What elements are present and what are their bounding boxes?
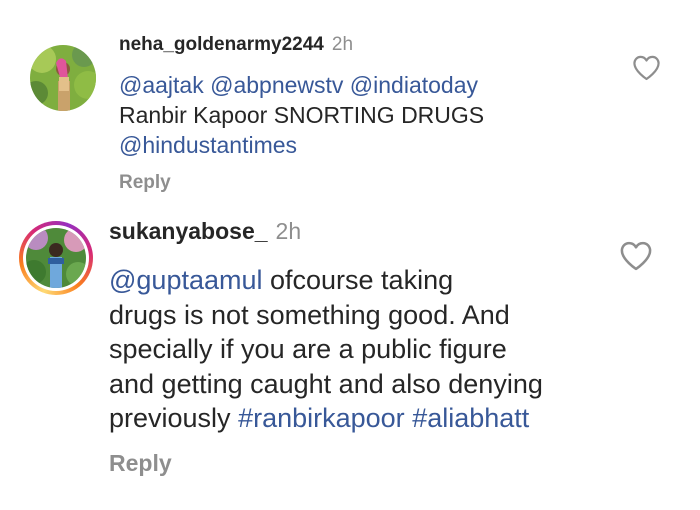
heart-outline-icon [632, 54, 661, 81]
comment-text-segment: drugs is not something good. And [109, 299, 510, 330]
comment-line: specially if you are a public figure [109, 332, 543, 367]
reply-button[interactable]: Reply [109, 450, 172, 477]
comment-header: neha_goldenarmy2244 2h [119, 34, 353, 56]
comment-line: @hindustantimes [119, 130, 484, 160]
comment-text-segment: Ranbir Kapoor SNORTING DRUGS [119, 102, 485, 128]
reply-button[interactable]: Reply [119, 172, 171, 194]
avatar[interactable] [26, 228, 86, 288]
comment: neha_goldenarmy2244 2h @aajtak @abpnewstv… [0, 0, 700, 195]
mention-link[interactable]: @hindustantimes [119, 132, 297, 158]
mention-link[interactable]: @aajtak @abpnewstv @indiatoday [119, 72, 478, 98]
comment-line: Ranbir Kapoor SNORTING DRUGS [119, 100, 484, 130]
like-button[interactable] [632, 54, 661, 81]
hashtag-link[interactable]: #aliabhatt [412, 403, 529, 433]
comment-text: @guptaamul ofcourse taking drugs is not s… [109, 263, 543, 436]
hashtag-link[interactable]: #ranbirkapoor [238, 403, 405, 433]
comment-text-segment: and getting caught and also denying [109, 368, 543, 399]
avatar[interactable] [30, 45, 96, 111]
like-button[interactable] [619, 240, 653, 271]
username[interactable]: sukanyabose_ [109, 218, 268, 244]
comment-line: and getting caught and also denying [109, 367, 543, 402]
comment-text-segment: ofcourse taking [262, 265, 454, 295]
comment-header: sukanyabose_ 2h [109, 218, 301, 245]
comment-line: drugs is not something good. And [109, 298, 543, 333]
comment: sukanyabose_ 2h @guptaamul ofcourse takin… [0, 195, 700, 510]
comment-text: @aajtak @abpnewstv @indiatoday Ranbir Kap… [119, 70, 484, 160]
comment-line: @aajtak @abpnewstv @indiatoday [119, 70, 484, 100]
timestamp: 2h [331, 34, 354, 55]
comment-text-segment: specially if you are a public figure [109, 334, 507, 364]
comment-line: previously #ranbirkapoor #aliabhatt [109, 401, 543, 436]
timestamp: 2h [275, 218, 302, 244]
comment-line: @guptaamul ofcourse taking [109, 263, 543, 298]
mention-link[interactable]: @guptaamul [109, 265, 263, 295]
username[interactable]: neha_goldenarmy2244 [119, 34, 324, 55]
heart-outline-icon [619, 240, 653, 271]
comment-text-segment: previously [109, 403, 239, 433]
